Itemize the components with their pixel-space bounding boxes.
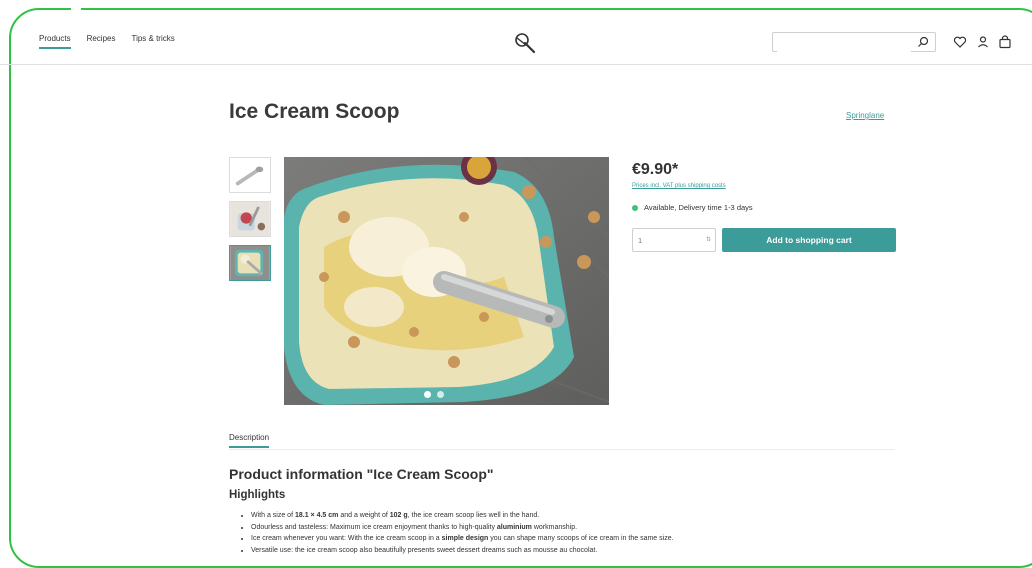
dessert-thumb-image bbox=[230, 202, 270, 236]
gallery-dot-2[interactable] bbox=[437, 391, 444, 398]
search-input[interactable] bbox=[777, 34, 911, 53]
bag-icon[interactable] bbox=[998, 35, 1012, 49]
vat-shipping-link[interactable]: Prices incl. VAT plus shipping costs bbox=[632, 183, 726, 189]
availability-text: Available, Delivery time 1-3 days bbox=[644, 203, 753, 212]
user-icon[interactable] bbox=[976, 35, 990, 49]
add-to-cart-button[interactable]: Add to shopping cart bbox=[722, 228, 896, 252]
gallery-dot-1[interactable] bbox=[424, 391, 431, 398]
nav-tips-tricks[interactable]: Tips & tricks bbox=[131, 34, 174, 47]
scoop-thumb-image bbox=[235, 166, 264, 186]
list-item: Versatile use: the ice cream scoop also … bbox=[251, 545, 891, 557]
nav-products[interactable]: Products bbox=[39, 34, 71, 49]
product-price: €9.90* bbox=[632, 161, 679, 178]
gallery-thumb-1[interactable] bbox=[229, 157, 271, 193]
main-nav: Products Recipes Tips & tricks bbox=[39, 34, 175, 49]
gallery-thumb-2[interactable] bbox=[229, 201, 271, 237]
list-item: Odourless and tasteless: Maximum ice cre… bbox=[251, 522, 891, 534]
quantity-value: 1 bbox=[638, 236, 643, 245]
tab-divider bbox=[229, 449, 895, 450]
product-title: Ice Cream Scoop bbox=[229, 100, 400, 123]
availability-status: Available, Delivery time 1-3 days bbox=[632, 203, 753, 212]
nav-recipes[interactable]: Recipes bbox=[87, 34, 116, 47]
availability-dot-icon bbox=[632, 204, 638, 211]
list-item: Ice cream whenever you want: With the ic… bbox=[251, 533, 891, 545]
search-icon[interactable] bbox=[917, 36, 929, 48]
select-arrows-icon: ⇅ bbox=[705, 237, 711, 243]
ice-cream-scoop-logo-icon[interactable] bbox=[512, 30, 538, 56]
tab-description[interactable]: Description bbox=[229, 433, 270, 448]
brand-link[interactable]: Springlane bbox=[846, 111, 884, 120]
product-info-heading: Product information "Ice Cream Scoop" bbox=[229, 466, 494, 482]
quantity-select[interactable]: 1 ⇅ bbox=[632, 228, 716, 252]
list-item: With a size of 18.1 × 4.5 cm and a weigh… bbox=[251, 510, 891, 522]
gallery-dots bbox=[424, 391, 444, 398]
ice-cream-photo bbox=[284, 157, 609, 405]
search-box bbox=[772, 32, 936, 53]
highlights-list: With a size of 18.1 × 4.5 cm and a weigh… bbox=[229, 510, 891, 556]
ice-cream-thumb-image bbox=[230, 246, 270, 280]
highlights-heading: Highlights bbox=[229, 489, 286, 501]
gallery-thumb-3[interactable] bbox=[229, 245, 271, 281]
heart-icon[interactable] bbox=[953, 35, 967, 49]
main-product-image[interactable] bbox=[284, 157, 609, 405]
site-header: Products Recipes Tips & tricks bbox=[0, 0, 1032, 65]
